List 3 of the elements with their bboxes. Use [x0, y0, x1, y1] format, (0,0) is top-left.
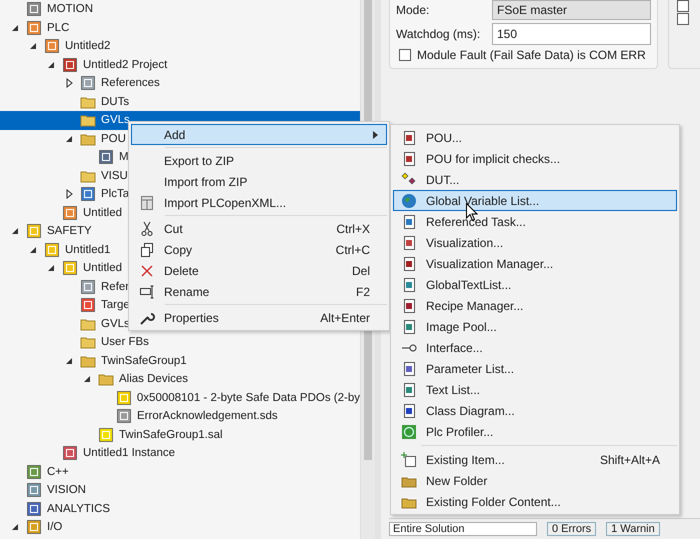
mode-label: Mode: — [396, 3, 430, 17]
module-fault-label: Module Fault (Fail Safe Data) is COM ERR — [417, 48, 646, 62]
watchdog-label: Watchdog (ms): — [396, 27, 482, 41]
